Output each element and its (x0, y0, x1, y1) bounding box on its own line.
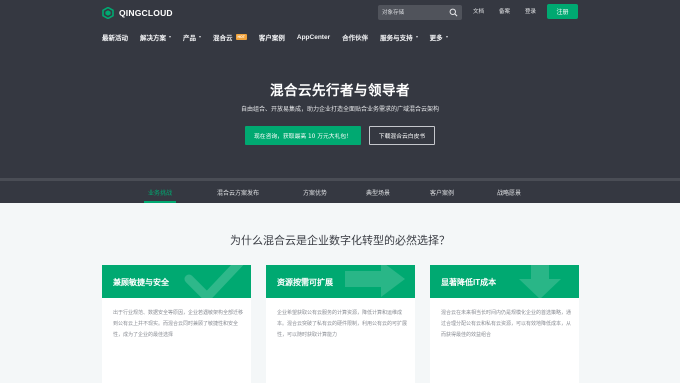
tab-solution-release[interactable]: 混合云方案发布 (205, 181, 271, 203)
nav-label: 客户案例 (258, 35, 285, 42)
down-arrow-icon (519, 265, 561, 298)
caret-down-icon (445, 36, 448, 38)
tab-label: 客户案例 (429, 189, 454, 197)
nav-label: 合作伙伴 (342, 35, 369, 42)
nav-label: 服务与支持 (380, 35, 413, 42)
consult-button[interactable]: 现在咨询，获取最高 10 万元大礼包！ (245, 126, 361, 145)
card-title: 兼顾敏捷与安全 (113, 278, 169, 287)
search-icon[interactable] (449, 8, 458, 17)
nav-item-hybrid-cloud[interactable]: 混合云 HOT (213, 32, 247, 42)
nav-item-partners[interactable]: 合作伙伴 (342, 32, 368, 42)
caret-down-icon (199, 36, 201, 38)
nav-label: AppCenter (296, 33, 331, 41)
card-description: 混合云在未来相当长时间内仍是规模化企业的首选策略，通过合理分配公有云和私有云资源… (441, 310, 572, 338)
tab-label: 混合云方案发布 (216, 189, 259, 197)
tab-solution-advantages[interactable]: 方案优势 (290, 181, 340, 203)
tab-label: 战略愿景 (496, 189, 521, 197)
nav-label: 最新活动 (102, 35, 128, 42)
hero-title: 混合云先行者与领导者 (270, 83, 410, 99)
nav-item-products[interactable]: 产品 (183, 32, 201, 42)
tab-typical-scenarios[interactable]: 典型场景 (353, 181, 403, 203)
hero-subtitle: 自由组合、开放易集成，助力企业打造全面贴合业务需求的广域混合云架构 (240, 106, 439, 113)
tab-business-challenges[interactable]: 业务挑战 (132, 181, 188, 203)
docs-link[interactable]: 文档 (473, 8, 484, 17)
card-description: 出于行业规范、数据安全等原因，企业若遇敏架构全部迁移到公有云上并不现实。而混合云… (113, 310, 244, 338)
section-title: 为什么混合云是企业数字化转型的必然选择？ (230, 234, 450, 247)
nav-item-solutions[interactable]: 解决方案 (140, 32, 171, 42)
logo-text: QINGCLOUD (119, 8, 173, 18)
card-scalable-resources: 资源按需可扩展 企业希望获取公有云服务的计算资源，降低计算和运维成本。混合云突破… (266, 265, 415, 383)
nav-item-customer-cases[interactable]: 客户案例 (259, 32, 285, 42)
qingcloud-logo-icon (102, 7, 114, 19)
nav-item-service-support[interactable]: 服务与支持 (380, 32, 418, 42)
check-icon (184, 265, 244, 298)
card-title: 显著降低IT成本 (441, 278, 497, 287)
login-link[interactable]: 登录 (525, 8, 536, 17)
nav-label: 混合云 (213, 35, 233, 42)
card-title: 资源按需可扩展 (277, 278, 333, 287)
logo[interactable]: QINGCLOUD (102, 6, 173, 20)
tab-label: 方案优势 (302, 189, 327, 197)
card-description: 企业希望获取公有云服务的计算资源，降低计算和运维成本。混合云突破了私有云的硬件限… (277, 310, 408, 338)
nav-item-latest-events[interactable]: 最新活动 (102, 32, 128, 42)
caret-down-icon (415, 36, 418, 38)
card-header: 显著降低IT成本 (430, 265, 579, 298)
search-input[interactable] (382, 5, 444, 20)
top-bar: QINGCLOUD 文档 备案 登录 注册 (0, 0, 680, 26)
caret-down-icon (169, 36, 171, 38)
nav-label: 更多 (429, 35, 443, 42)
tab-strategic-vision[interactable]: 战略愿景 (484, 181, 534, 203)
tab-customer-cases[interactable]: 客户案例 (417, 181, 467, 203)
filing-link[interactable]: 备案 (499, 8, 510, 17)
why-hybrid-section: 为什么混合云是企业数字化转型的必然选择？ 兼顾敏捷与安全 出于行业规范、数据安全… (0, 203, 680, 383)
card-header: 资源按需可扩展 (266, 265, 415, 298)
tab-label: 典型场景 (365, 189, 390, 197)
main-nav: 最新活动 解决方案 产品 混合云 HOT 客户案例 AppCenter 合作伙伴 … (102, 30, 460, 44)
card-agility-security: 兼顾敏捷与安全 出于行业规范、数据安全等原因，企业若遇敏架构全部迁移到公有云上并… (102, 265, 251, 383)
nav-item-more[interactable]: 更多 (430, 32, 448, 42)
nav-label: 产品 (183, 35, 196, 42)
card-header: 兼顾敏捷与安全 (102, 265, 251, 298)
download-whitepaper-button[interactable]: 下载混合云白皮书 (369, 126, 435, 145)
site-header: QINGCLOUD 文档 备案 登录 注册 最新活动 解决方案 产品 混合云HO… (0, 0, 680, 178)
hero-buttons: 现在咨询，获取最高 10 万元大礼包！ 下载混合云白皮书 (0, 126, 680, 145)
register-button[interactable]: 注册 (547, 4, 578, 19)
tab-label: 业务挑战 (147, 189, 172, 197)
nav-label: 解决方案 (140, 35, 166, 42)
nav-item-appcenter[interactable]: AppCenter (297, 34, 330, 41)
section-tabs: 业务挑战 混合云方案发布 方案优势 典型场景 客户案例 战略愿景 (0, 181, 680, 203)
hot-badge: HOT (235, 34, 247, 40)
search-box (378, 5, 462, 20)
arrow-right-icon (345, 265, 405, 297)
card-reduce-it-cost: 显著降低IT成本 混合云在未来相当长时间内仍是规模化企业的首选策略，通过合理分配… (430, 265, 579, 383)
